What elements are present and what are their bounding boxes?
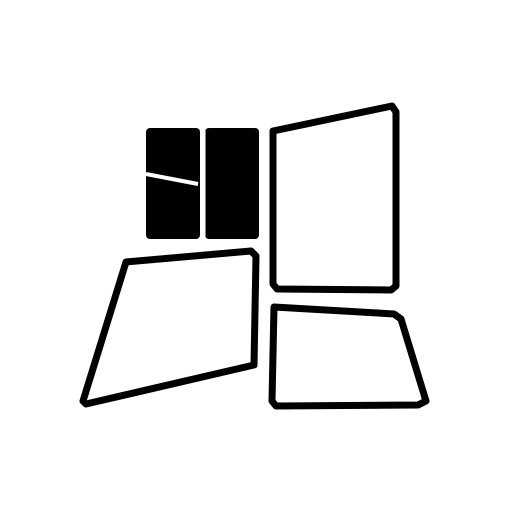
- pane-bottom-right: [268, 303, 430, 410]
- filled-block-right: [205, 128, 259, 239]
- icon-canvas: [0, 0, 512, 512]
- pane-top-right: [269, 102, 400, 294]
- window-panels-icon: [79, 102, 430, 410]
- pane-middle-left: [79, 247, 260, 408]
- filled-block-icon: [145, 128, 259, 239]
